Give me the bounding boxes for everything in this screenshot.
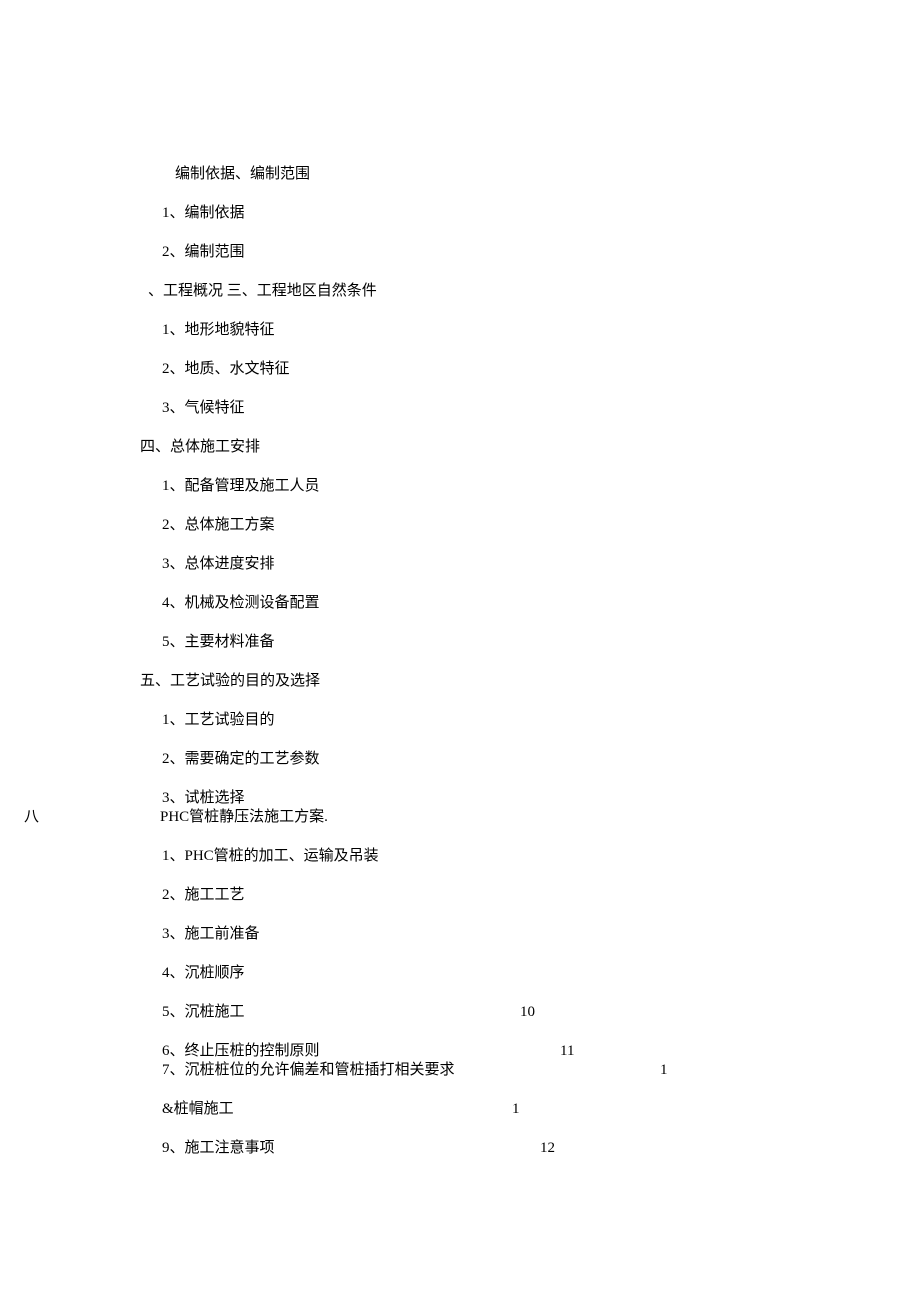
toc-line: 4、沉桩顺序 [0, 964, 920, 981]
toc-line: 3、试桩选择 [0, 789, 920, 806]
toc-page-number: 11 [560, 1042, 574, 1062]
toc-text: 4、沉桩顺序 [162, 965, 245, 981]
toc-text: 、工程概况 三、工程地区自然条件 [148, 283, 377, 299]
toc-text: 3、试桩选择 [162, 790, 245, 806]
toc-line: 2、总体施工方案 [0, 516, 920, 533]
toc-line: 4、机械及检测设备配置 [0, 594, 920, 611]
toc-text: 1、配备管理及施工人员 [162, 478, 320, 494]
toc-line: 2、地质、水文特征 [0, 360, 920, 377]
toc-page-number: 12 [540, 1139, 555, 1159]
toc-text: 3、施工前准备 [162, 926, 260, 942]
toc-text: 2、需要确定的工艺参数 [162, 751, 320, 767]
toc-text: 3、气候特征 [162, 400, 245, 416]
toc-text: 9、施工注意事项 [162, 1140, 275, 1156]
toc-page-number: 1 [660, 1061, 668, 1081]
toc-text: 3、总体进度安排 [162, 556, 275, 572]
toc-text: 1、编制依据 [162, 205, 245, 221]
toc-line: 1、配备管理及施工人员 [0, 477, 920, 494]
toc-line: PHC管桩静压法施工方案. 八 [0, 808, 920, 825]
toc-line: 5、沉桩施工 10 [0, 1003, 920, 1020]
toc-text: 四、总体施工安排 [140, 439, 260, 455]
toc-line: 3、总体进度安排 [0, 555, 920, 572]
toc-line: 1、编制依据 [0, 204, 920, 221]
toc-line: 5、主要材料准备 [0, 633, 920, 650]
toc-text: PHC管桩静压法施工方案. [160, 809, 328, 825]
toc-page-number: 1 [512, 1100, 520, 1120]
toc-line: 、工程概况 三、工程地区自然条件 [0, 282, 920, 299]
toc-text: 2、施工工艺 [162, 887, 245, 903]
toc-line: 2、编制范围 [0, 243, 920, 260]
toc-text: 编制依据、编制范围 [175, 166, 310, 182]
toc-line: 1、PHC管桩的加工、运输及吊装 [0, 847, 920, 864]
toc-text: 2、地质、水文特征 [162, 361, 290, 377]
toc-text: 2、总体施工方案 [162, 517, 275, 533]
toc-line: 9、施工注意事项 12 [0, 1139, 920, 1156]
toc-page-number: 10 [520, 1003, 535, 1023]
toc-text: 4、机械及检测设备配置 [162, 595, 320, 611]
margin-label: 八 [12, 808, 39, 828]
toc-text: 5、主要材料准备 [162, 634, 275, 650]
toc-line: 编制依据、编制范围 [0, 165, 920, 182]
toc-text: &桩帽施工 [162, 1101, 234, 1117]
toc-text: 2、编制范围 [162, 244, 245, 260]
toc-line: 2、需要确定的工艺参数 [0, 750, 920, 767]
toc-line: 7、沉桩桩位的允许偏差和管桩插打相关要求 1 [0, 1061, 920, 1078]
toc-line: 2、施工工艺 [0, 886, 920, 903]
toc-text: 1、地形地貌特征 [162, 322, 275, 338]
toc-line: 3、施工前准备 [0, 925, 920, 942]
toc-text: 7、沉桩桩位的允许偏差和管桩插打相关要求 [162, 1062, 455, 1078]
toc-line: 四、总体施工安排 [0, 438, 920, 455]
toc-line: 1、工艺试验目的 [0, 711, 920, 728]
toc-line: 1、地形地貌特征 [0, 321, 920, 338]
toc-line: 6、终止压桩的控制原则 11 [0, 1042, 920, 1059]
toc-text: 5、沉桩施工 [162, 1004, 245, 1020]
toc-text: 五、工艺试验的目的及选择 [140, 673, 320, 689]
toc-line: 3、气候特征 [0, 399, 920, 416]
toc-line: &桩帽施工 1 [0, 1100, 920, 1117]
toc-text: 1、工艺试验目的 [162, 712, 275, 728]
toc-text: 6、终止压桩的控制原则 [162, 1043, 320, 1059]
toc-line: 五、工艺试验的目的及选择 [0, 672, 920, 689]
toc-text: 1、PHC管桩的加工、运输及吊装 [162, 848, 379, 864]
